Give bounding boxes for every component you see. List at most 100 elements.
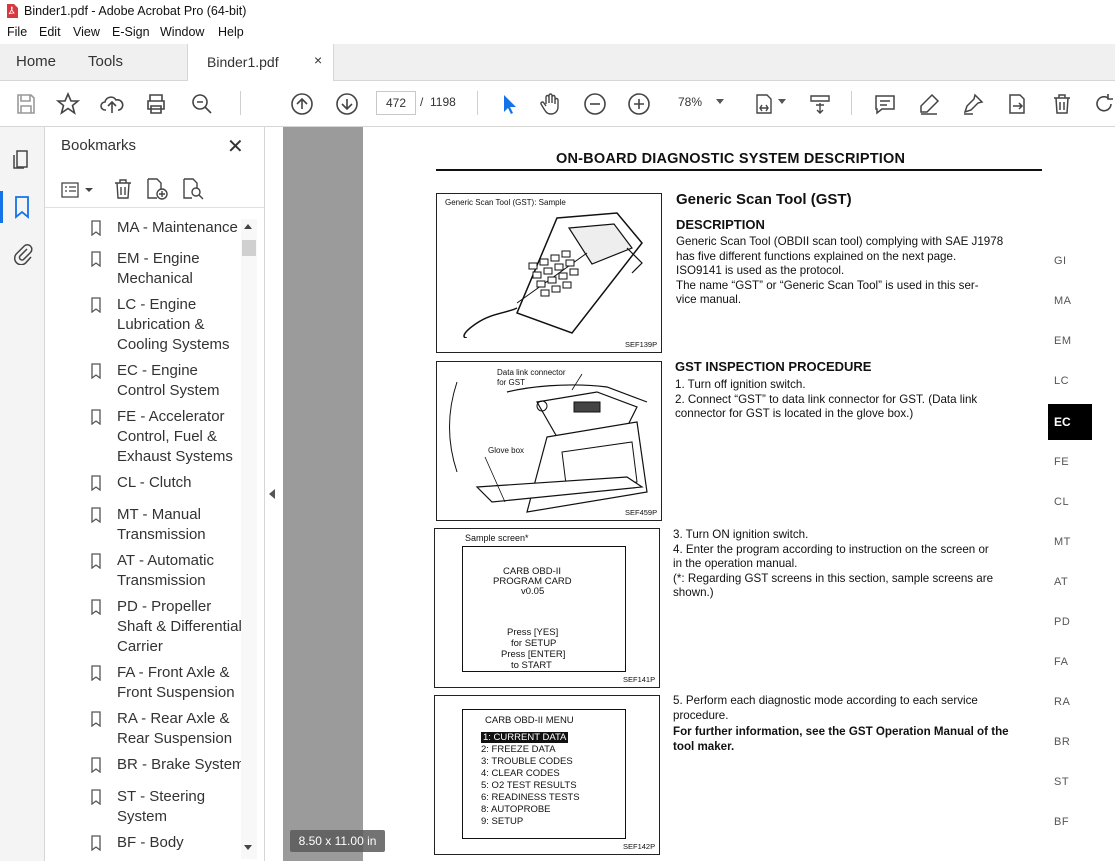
- index-tab[interactable]: MA: [1054, 295, 1072, 307]
- scroll-down-icon[interactable]: [244, 845, 252, 850]
- document-tab[interactable]: Binder1.pdf ×: [187, 44, 334, 81]
- menu-help[interactable]: Help: [218, 25, 244, 39]
- index-tab[interactable]: BF: [1054, 816, 1069, 828]
- chevron-down-icon[interactable]: [716, 99, 724, 104]
- comment-icon[interactable]: [873, 92, 897, 116]
- index-tab[interactable]: ST: [1054, 776, 1069, 788]
- delete-bookmark-icon[interactable]: [113, 178, 133, 200]
- bookmark-label: MA - Maintenance: [117, 219, 238, 236]
- text-line: shown.): [673, 586, 714, 599]
- index-tab[interactable]: RA: [1054, 696, 1070, 708]
- bookmark-flag-icon: [91, 297, 101, 313]
- prev-page-icon[interactable]: [290, 92, 314, 116]
- index-tab[interactable]: EM: [1054, 335, 1072, 347]
- procedure-heading: GST INSPECTION PROCEDURE: [675, 359, 872, 374]
- index-tab[interactable]: PD: [1054, 616, 1070, 628]
- delete-trash-icon[interactable]: [1050, 92, 1074, 116]
- menu-bar: File Edit View E-Sign Window Help: [0, 23, 1115, 44]
- tools-tab[interactable]: Tools: [88, 53, 123, 70]
- program-card-screen: CARB OBD-II PROGRAM CARD v0.05 Press [YE…: [462, 546, 626, 672]
- bookmark-label: EM - Engine Mechanical: [117, 250, 200, 287]
- upload-cloud-icon[interactable]: [100, 92, 124, 116]
- bookmark-flag-icon: [91, 757, 101, 773]
- new-bookmark-icon[interactable]: [145, 178, 169, 200]
- zoom-search-icon[interactable]: [190, 92, 214, 116]
- export-pdf-icon[interactable]: [1005, 92, 1029, 116]
- sign-icon[interactable]: [961, 92, 985, 116]
- window-title: Binder1.pdf - Adobe Acrobat Pro (64-bit): [24, 4, 247, 18]
- scroll-up-icon[interactable]: [244, 224, 252, 229]
- text-line: 4. Enter the program according to instru…: [673, 542, 989, 556]
- procedure-steps: 1. Turn off ignition switch. 2. Connect …: [675, 378, 977, 422]
- toolbar-separator: [240, 91, 241, 115]
- glove-box-illustration: [449, 373, 648, 513]
- menu-edit[interactable]: Edit: [39, 25, 61, 39]
- bookmark-label: BR - Brake System: [117, 756, 245, 773]
- figure-menu-screen: CARB OBD-II MENU 1: CURRENT DATA 2: FREE…: [434, 695, 660, 855]
- collapse-panel-icon[interactable]: [269, 489, 275, 499]
- bookmark-flag-icon: [91, 363, 101, 379]
- index-tab[interactable]: LC: [1054, 375, 1069, 387]
- index-tab[interactable]: MT: [1054, 536, 1071, 548]
- bookmark-options-icon[interactable]: [61, 181, 95, 199]
- document-tab-label: Binder1.pdf: [207, 54, 279, 70]
- index-tab[interactable]: GI: [1054, 255, 1067, 267]
- bookmark-flag-icon: [91, 553, 101, 569]
- index-tab[interactable]: BR: [1054, 736, 1070, 748]
- index-tab[interactable]: CL: [1054, 496, 1069, 508]
- text-line: ISO9141 is used as the protocol.: [676, 264, 845, 277]
- menu-file[interactable]: File: [7, 25, 27, 39]
- hand-tool-icon[interactable]: [538, 92, 562, 116]
- figure-caption: Sample screen*: [465, 533, 529, 543]
- close-panel-icon[interactable]: ✕: [227, 134, 244, 159]
- figure-data-link-connector: Data link connector for GST Glove box SE…: [436, 361, 662, 521]
- index-tab[interactable]: FE: [1054, 456, 1069, 468]
- screen-line: to START: [511, 660, 552, 671]
- text-line: (*: Regarding GST screens in this sectio…: [673, 571, 994, 585]
- index-tab-active[interactable]: EC: [1048, 404, 1092, 440]
- text-line: 1. Turn off ignition switch.: [675, 378, 806, 391]
- select-cursor-icon[interactable]: [497, 92, 521, 116]
- page-number-input[interactable]: 472: [376, 91, 416, 115]
- figure-caption: Generic Scan Tool (GST): Sample: [445, 198, 566, 207]
- next-page-icon[interactable]: [335, 92, 359, 116]
- screen-line: for SETUP: [511, 638, 557, 649]
- attachments-paperclip-icon[interactable]: [11, 241, 33, 266]
- scrollbar-thumb[interactable]: [242, 240, 256, 256]
- screen-line: v0.05: [521, 586, 545, 597]
- page-fit-icon[interactable]: [752, 92, 776, 116]
- highlight-pen-icon[interactable]: [917, 92, 941, 116]
- bookmarks-title: Bookmarks: [61, 137, 137, 154]
- index-tab[interactable]: FA: [1054, 656, 1068, 668]
- bookmarks-panel-icon[interactable]: [13, 195, 31, 219]
- navigation-rail: [0, 127, 45, 861]
- scroll-mode-icon[interactable]: [808, 92, 832, 116]
- bookmarks-toolbar: [45, 171, 264, 208]
- bookmark-label: PD - Propeller Shaft & Differential Carr…: [117, 598, 242, 655]
- index-tab-label: EC: [1054, 415, 1071, 429]
- bookmarks-scrollbar[interactable]: [241, 219, 257, 859]
- print-icon[interactable]: [144, 92, 168, 116]
- text-line: tool maker.: [673, 739, 735, 753]
- menu-window[interactable]: Window: [160, 25, 204, 39]
- find-bookmark-icon[interactable]: [181, 178, 205, 200]
- text-line: For further information, see the GST Ope…: [673, 725, 1009, 738]
- obd-menu-screen: CARB OBD-II MENU 1: CURRENT DATA 2: FREE…: [462, 709, 626, 839]
- figure-gst-device: Generic Scan Tool (GST): Sample SEF139P: [436, 193, 662, 353]
- home-tab[interactable]: Home: [16, 53, 56, 70]
- chevron-down-icon[interactable]: [778, 99, 786, 104]
- menu-view[interactable]: View: [73, 25, 100, 39]
- save-icon[interactable]: [14, 92, 38, 116]
- heading-rule: [436, 169, 1042, 171]
- description-text: Generic Scan Tool (OBDII scan tool) comp…: [676, 235, 1003, 308]
- page-count: 1198: [430, 95, 456, 109]
- pages-thumbnail-icon[interactable]: [11, 147, 33, 171]
- menu-esign[interactable]: E-Sign: [112, 25, 150, 39]
- index-tab[interactable]: AT: [1054, 576, 1068, 588]
- bookmark-flag-icon: [91, 220, 101, 236]
- bookmark-star-icon[interactable]: [55, 91, 81, 116]
- close-tab-icon[interactable]: ×: [314, 52, 322, 68]
- zoom-in-icon[interactable]: [627, 92, 651, 116]
- zoom-out-icon[interactable]: [583, 92, 607, 116]
- rotate-icon[interactable]: [1093, 92, 1115, 116]
